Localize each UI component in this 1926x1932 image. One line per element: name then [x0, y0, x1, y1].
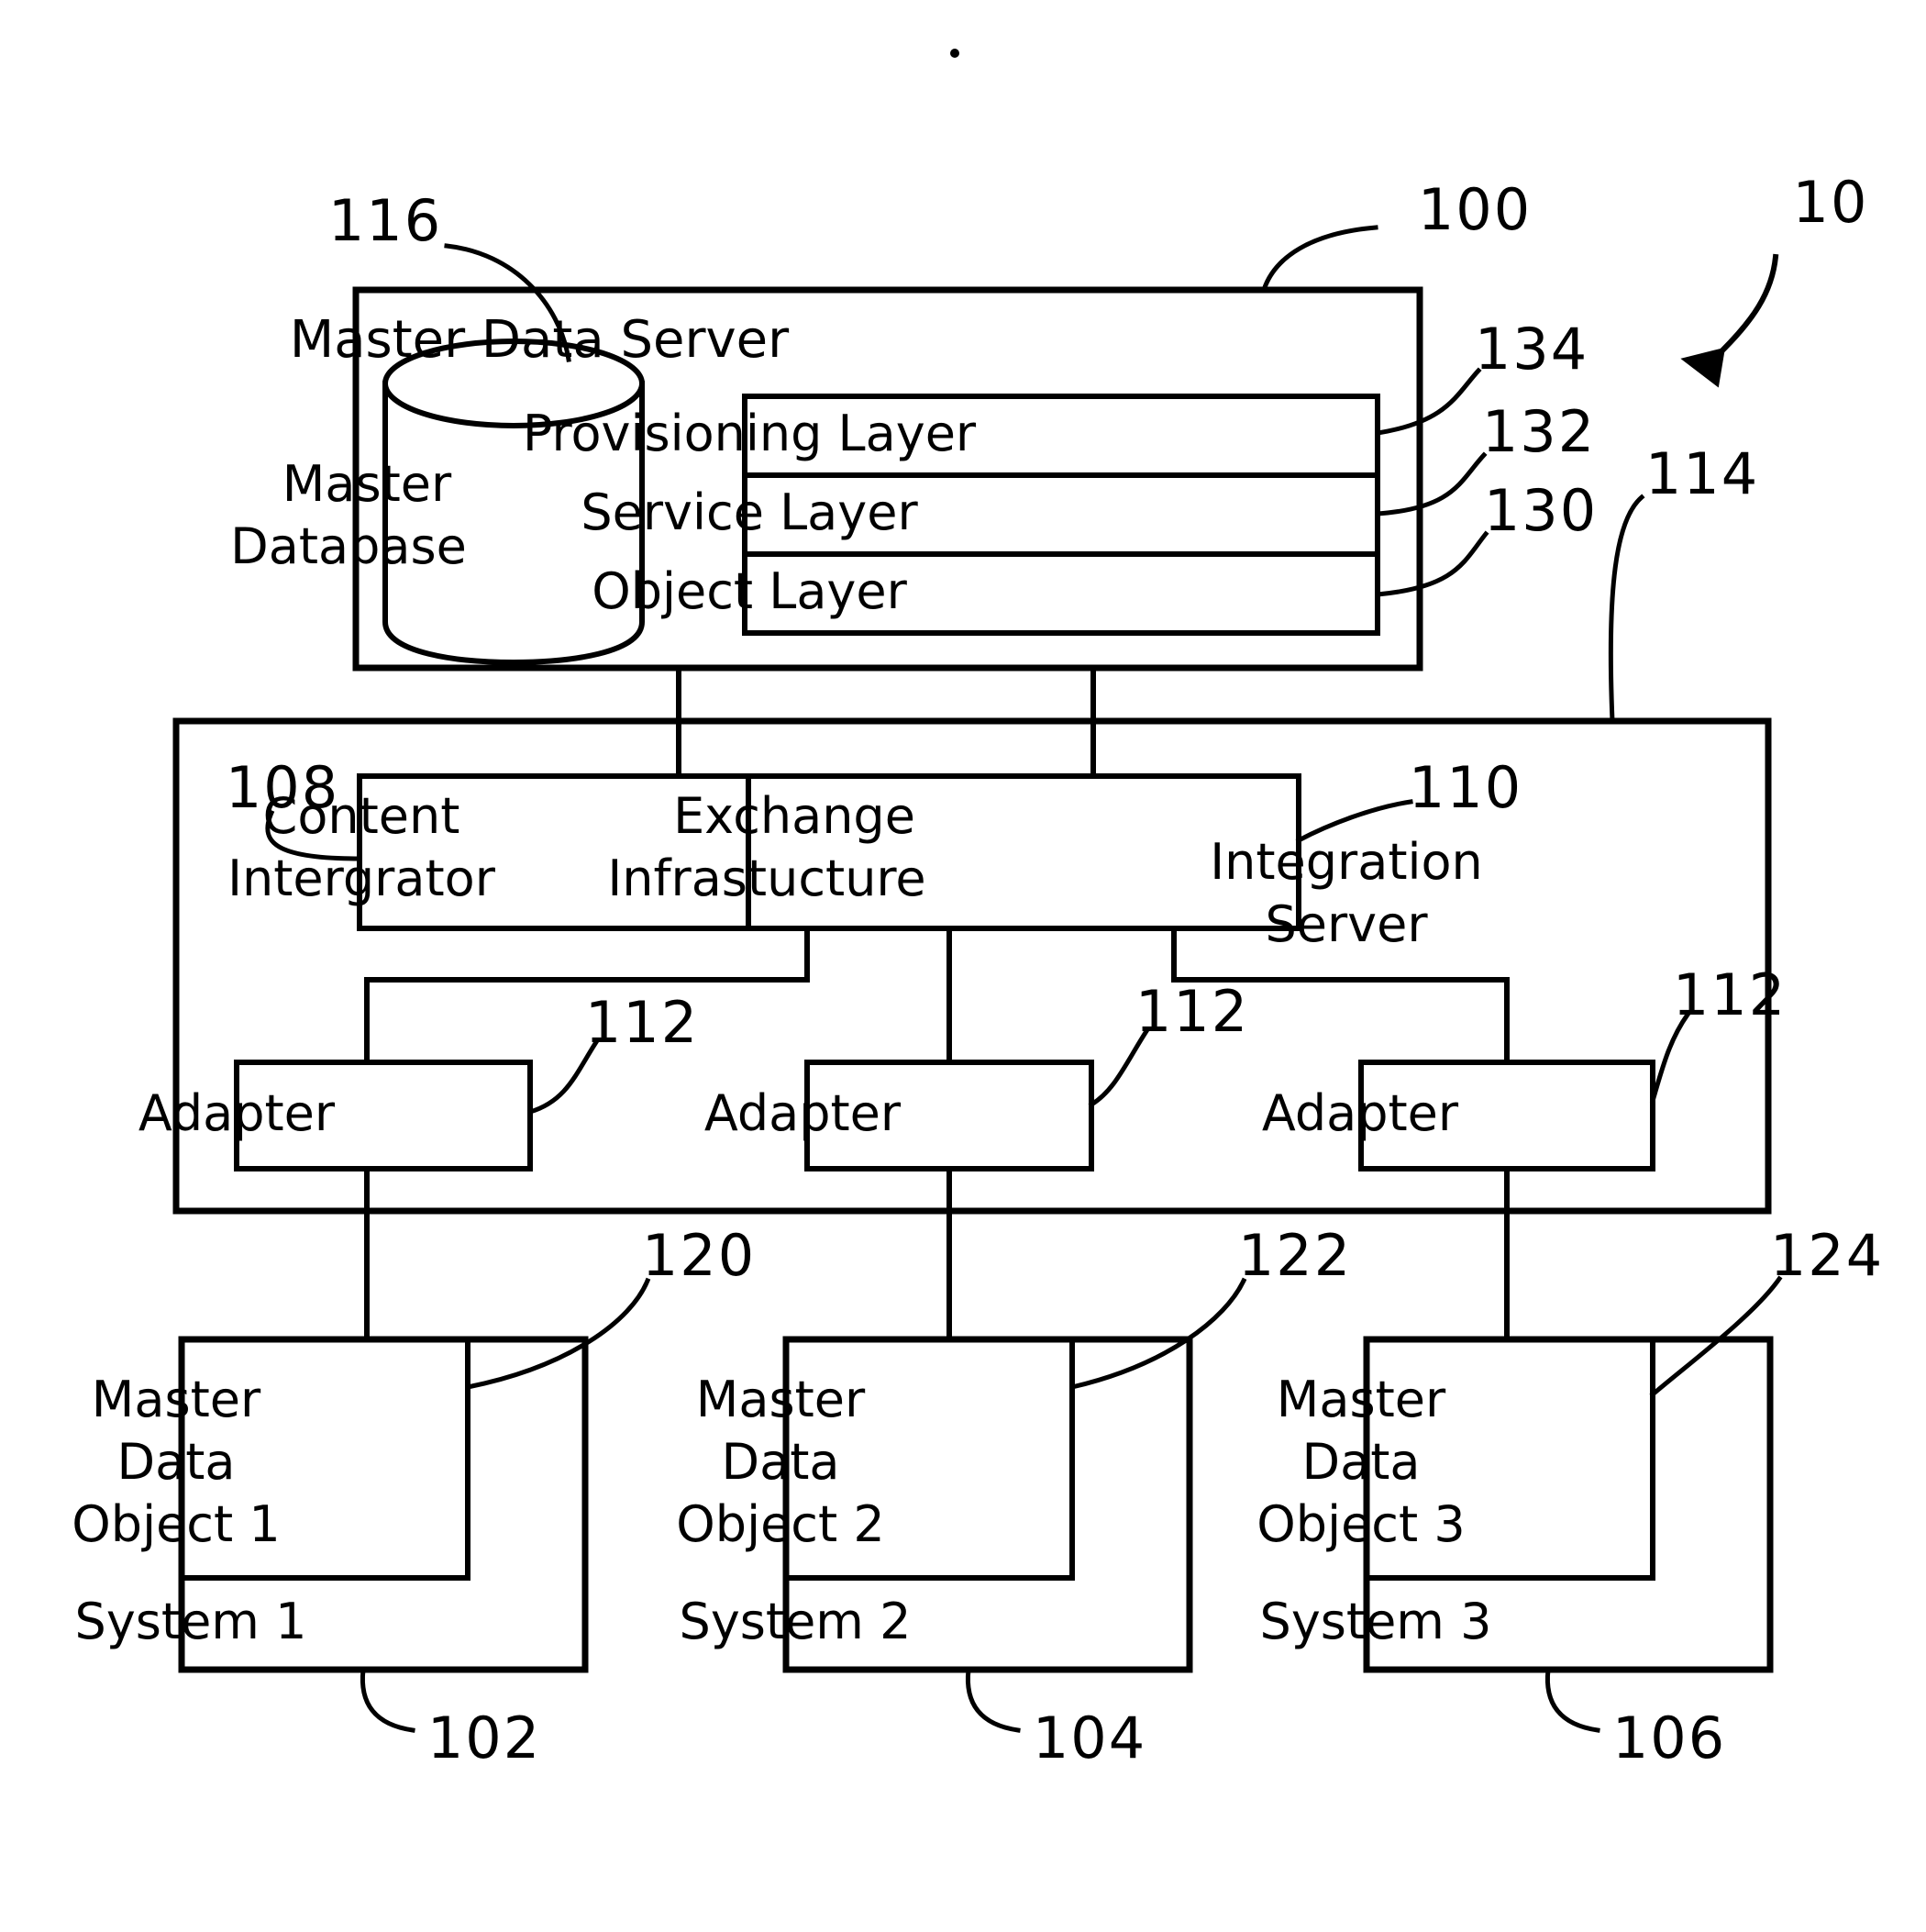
- integration-server-title-line2: Server: [1265, 895, 1428, 953]
- mdo-3-label-line3: Object 3: [1256, 1495, 1466, 1553]
- ref-114: 114: [1644, 440, 1760, 507]
- mdo-1-label-line1: Master: [91, 1371, 261, 1428]
- object-layer-label: Object Layer: [592, 562, 907, 620]
- provisioning-layer-label: Provisioning Layer: [522, 405, 977, 462]
- leader-106: [1544, 1667, 1600, 1733]
- mdo-2-label-line1: Master: [695, 1371, 866, 1428]
- ref-130: 130: [1483, 477, 1599, 544]
- mdo-1-label-line3: Object 1: [72, 1495, 281, 1553]
- service-layer-label: Service Layer: [581, 483, 918, 541]
- leader-132: [1375, 451, 1488, 516]
- system-1-label: System 1: [74, 1593, 307, 1650]
- ref-112-3: 112: [1672, 961, 1788, 1028]
- master-data-server-title: Master Data Server: [289, 310, 790, 370]
- ref-10: 10: [1792, 169, 1869, 236]
- ref-102: 102: [426, 1704, 542, 1771]
- adapter-3-label: Adapter: [1261, 1084, 1459, 1142]
- leader-130: [1375, 530, 1489, 597]
- system-2-label: System 2: [679, 1593, 912, 1650]
- leader-10-arrowhead: [1680, 347, 1726, 388]
- ref-100: 100: [1417, 176, 1533, 243]
- ref-116: 116: [327, 187, 443, 254]
- leader-114: [1608, 494, 1645, 724]
- ref-106: 106: [1611, 1704, 1727, 1771]
- leader-102: [360, 1667, 415, 1733]
- patent-figure: 10 100 Master Data Server 116 Master Dat…: [0, 0, 1926, 1932]
- content-integrator-label-line1: Content: [262, 787, 460, 845]
- leader-104: [965, 1667, 1021, 1733]
- mdo-3-label-line1: Master: [1276, 1371, 1446, 1428]
- ref-132: 132: [1481, 398, 1597, 465]
- ref-134: 134: [1474, 316, 1589, 383]
- exchange-infrastructure-label-line2: Infrastucture: [607, 849, 926, 907]
- mdo-2-label-line3: Object 2: [676, 1495, 885, 1553]
- exchange-infrastructure-label-line1: Exchange: [673, 787, 915, 845]
- leader-10-arrow-shaft: [1718, 253, 1779, 355]
- mdo-3-label-line2: Data: [1301, 1433, 1421, 1491]
- ref-112-1: 112: [584, 989, 700, 1056]
- scan-artifact-dot: [950, 49, 959, 58]
- ref-110: 110: [1408, 754, 1523, 821]
- leader-134: [1375, 367, 1482, 436]
- adapter-2-label: Adapter: [703, 1084, 902, 1142]
- ref-122: 122: [1237, 1222, 1353, 1289]
- ref-104: 104: [1032, 1704, 1147, 1771]
- system-3-label: System 3: [1259, 1593, 1492, 1650]
- mdo-1-label-line2: Data: [116, 1433, 236, 1491]
- ref-120: 120: [641, 1222, 757, 1289]
- leader-120: [465, 1277, 651, 1390]
- integration-server-title-line1: Integration: [1210, 833, 1483, 891]
- leader-100: [1260, 225, 1378, 294]
- adapter-1-label: Adapter: [138, 1084, 336, 1142]
- mdo-2-label-line2: Data: [721, 1433, 840, 1491]
- ref-112-2: 112: [1135, 978, 1250, 1045]
- content-integrator-label-line2: Intergrator: [227, 849, 495, 907]
- ref-124: 124: [1769, 1222, 1885, 1289]
- leader-122: [1068, 1277, 1247, 1391]
